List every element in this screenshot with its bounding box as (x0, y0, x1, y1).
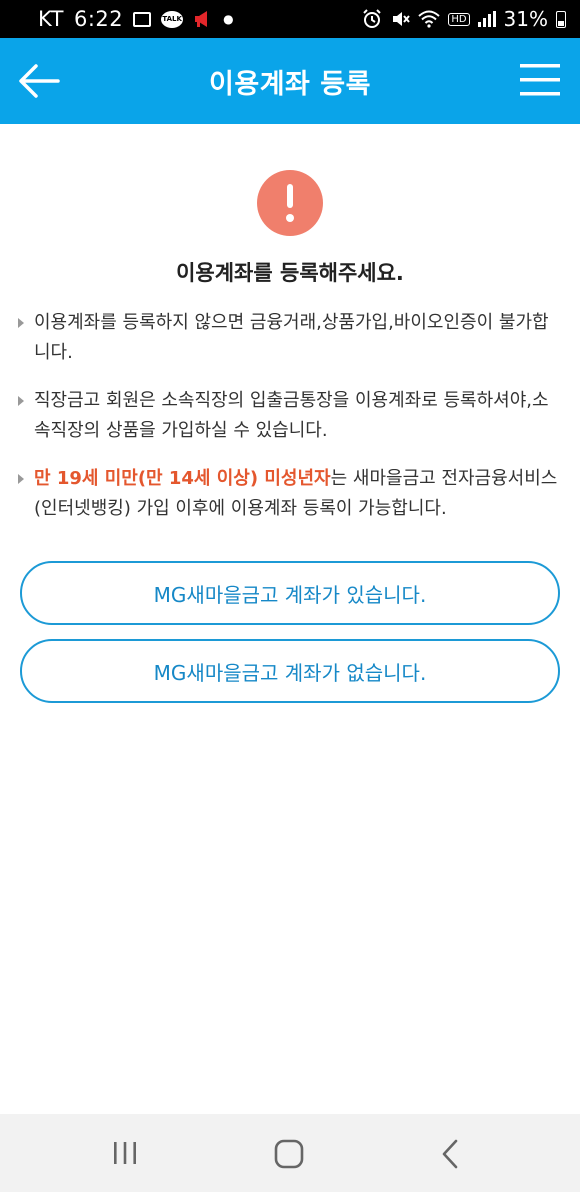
notice-text: 이용계좌를 등록하지 않으면 금융거래,상품가입,바이오인증이 불가합니다. (34, 312, 549, 363)
notice-item: 만 19세 미만(만 14세 이상) 미성년자는 새마을금고 전자금융서비스(인… (18, 464, 558, 524)
page-title: 이용계좌 등록 (209, 68, 371, 100)
minor-age-highlight: 만 19세 미만(만 14세 이상) 미성년자 (34, 468, 331, 489)
home-button[interactable] (272, 1138, 306, 1170)
status-bar-left: KT 6:22 TALK ● (38, 7, 234, 31)
megaphone-icon (193, 10, 213, 28)
carrier-label: KT (38, 7, 64, 31)
app-header: 이용계좌 등록 (0, 38, 580, 124)
kakaotalk-icon: TALK (161, 10, 184, 28)
notice-item: 직장금고 회원은 소속직장의 입출금통장을 이용계좌로 등록하셔야,소속직장의 … (18, 386, 558, 446)
recent-apps-icon (114, 1142, 136, 1164)
menu-button[interactable] (520, 62, 560, 98)
gallery-icon (133, 11, 152, 27)
back-icon (442, 1139, 458, 1169)
hd-voice-badge: HD (448, 12, 470, 26)
wifi-icon (418, 10, 440, 28)
bullet-triangle-icon (18, 474, 24, 484)
hamburger-menu-icon (520, 64, 560, 96)
bullet-triangle-icon (18, 318, 24, 328)
no-mg-account-button[interactable]: MG새마을금고 계좌가 없습니다. (20, 639, 560, 703)
battery-percent: 31% (503, 7, 548, 31)
status-bar: KT 6:22 TALK ● HD 31% (0, 0, 580, 38)
status-bar-right: HD 31% (362, 7, 566, 31)
back-button[interactable] (18, 61, 60, 101)
arrow-left-icon (19, 64, 60, 98)
screen: KT 6:22 TALK ● HD 31% 이용계좌 등록 이용계좌를 등록해주… (0, 0, 580, 1192)
notice-text: 직장금고 회원은 소속직장의 입출금통장을 이용계좌로 등록하셔야,소속직장의 … (34, 390, 549, 441)
alert-title: 이용계좌를 등록해주세요. (176, 261, 404, 285)
bullet-triangle-icon (18, 396, 24, 406)
exclamation-icon (257, 170, 323, 236)
notification-dot-icon: ● (223, 12, 234, 26)
mute-icon (390, 9, 411, 29)
signal-icon (477, 11, 496, 27)
clock: 6:22 (73, 7, 124, 31)
battery-icon (556, 10, 566, 28)
notice-list: 이용계좌를 등록하지 않으면 금융거래,상품가입,바이오인증이 불가합니다. 직… (18, 308, 558, 542)
home-icon (274, 1139, 304, 1169)
notice-item: 이용계좌를 등록하지 않으면 금융거래,상품가입,바이오인증이 불가합니다. (18, 308, 558, 368)
has-mg-account-button[interactable]: MG새마을금고 계좌가 있습니다. (20, 561, 560, 625)
navigation-bar (0, 1114, 580, 1192)
system-back-button[interactable] (436, 1138, 466, 1170)
alarm-icon (362, 9, 382, 29)
recent-apps-button[interactable] (110, 1140, 140, 1166)
